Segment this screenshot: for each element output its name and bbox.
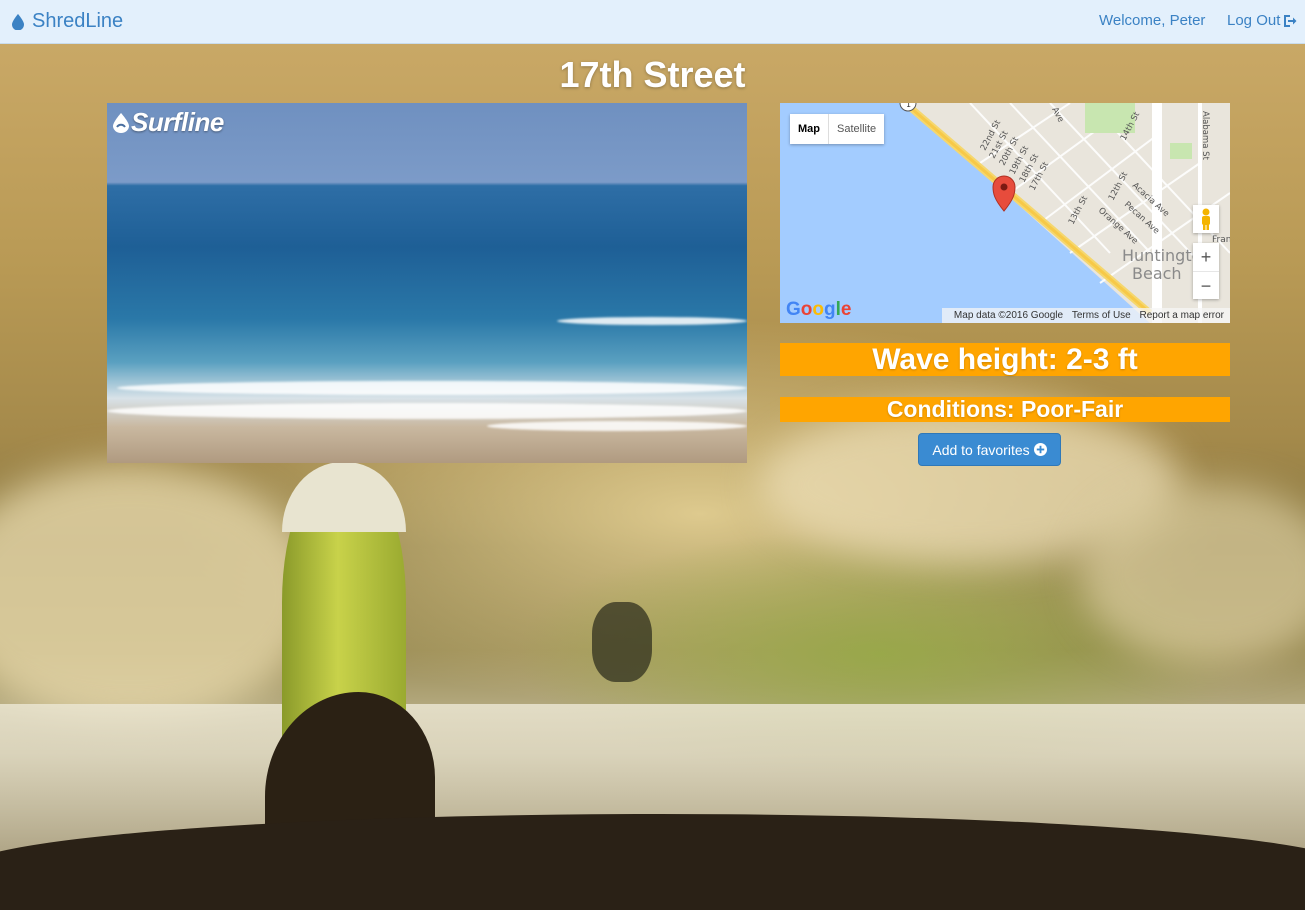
- zoom-out-button[interactable]: −: [1193, 272, 1219, 300]
- pegman-button[interactable]: [1193, 205, 1219, 233]
- wave-crest: [107, 403, 747, 419]
- map-type-satellite-button[interactable]: Satellite: [828, 114, 884, 144]
- surfline-wordmark: Surfline: [131, 107, 224, 137]
- map-data-attribution: Map data ©2016 Google: [953, 310, 1064, 321]
- surfline-logo: Surfline: [113, 107, 224, 138]
- wave-crest: [487, 421, 747, 431]
- logout-link[interactable]: Log Out: [1227, 12, 1297, 29]
- wave-crest: [557, 317, 747, 325]
- welcome-link[interactable]: Welcome, Peter: [1099, 12, 1205, 29]
- zoom-control: + −: [1193, 243, 1219, 299]
- brand-name: ShredLine: [32, 10, 124, 32]
- map-type-control: Map Satellite: [790, 114, 885, 144]
- page-title: 17th Street: [559, 54, 746, 95]
- pegman-icon: [1202, 208, 1210, 230]
- spray-left: [0, 464, 320, 724]
- rocks: [0, 814, 1305, 910]
- conditions-banner: Conditions: Poor-Fair: [780, 397, 1230, 422]
- navbar: ShredLine Welcome, Peter Log Out: [0, 0, 1305, 44]
- google-logo[interactable]: Google: [786, 299, 851, 321]
- wave-crest: [117, 381, 747, 395]
- street-label: Alabama St: [1200, 111, 1210, 161]
- logout-label: Log Out: [1227, 12, 1281, 29]
- report-error-link[interactable]: Report a map error: [1140, 310, 1224, 321]
- map[interactable]: 1 22nd St 21st St 20th St 19th St 18th S…: [780, 103, 1230, 323]
- city-label: Beach: [1132, 264, 1182, 283]
- route-label: 1: [906, 103, 911, 109]
- plus-circle-icon: [1033, 443, 1047, 456]
- log-out-icon: [1284, 14, 1297, 27]
- surf-cam-image[interactable]: Surfline: [107, 103, 747, 463]
- wave-height-banner: Wave height: 2-3 ft: [780, 343, 1230, 376]
- brand-link[interactable]: ShredLine: [12, 10, 123, 33]
- water-drop-icon: [12, 13, 24, 30]
- zoom-in-button[interactable]: +: [1193, 243, 1219, 272]
- add-to-favorites-button[interactable]: Add to favorites: [918, 433, 1061, 466]
- terms-link[interactable]: Terms of Use: [1072, 310, 1131, 321]
- map-type-map-button[interactable]: Map: [790, 114, 828, 144]
- add-to-favorites-label: Add to favorites: [932, 441, 1030, 458]
- surfline-drop-icon: [113, 112, 129, 133]
- surfer-silhouette: [592, 602, 652, 682]
- map-footer: Map data ©2016 Google Terms of Use Repor…: [941, 308, 1230, 323]
- surfboard-tip: [282, 462, 406, 532]
